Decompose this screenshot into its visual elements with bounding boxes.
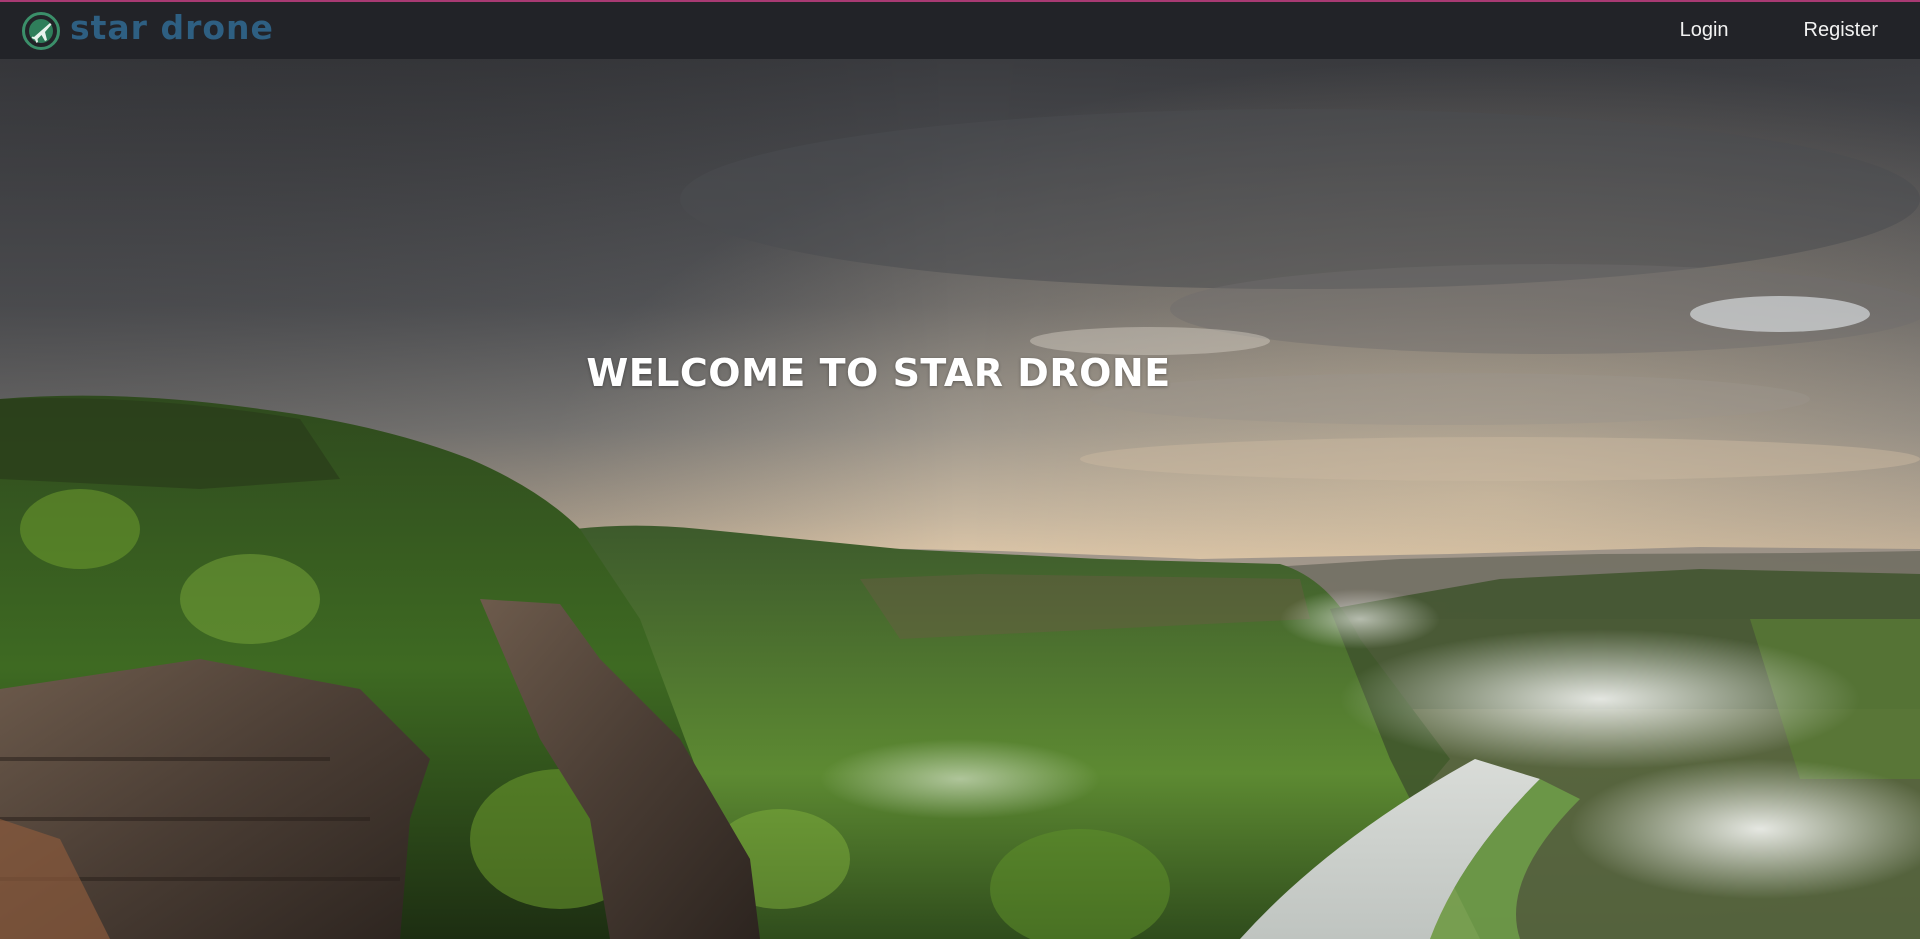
login-link[interactable]: Login: [1680, 19, 1729, 42]
hero-title: WELCOME TO STAR DRONE: [586, 351, 1171, 395]
brand-logo-link[interactable]: star drone: [20, 8, 274, 52]
page: star drone Login Register WELCOME TO STA…: [0, 0, 1920, 939]
hero-section: WELCOME TO STAR DRONE: [0, 59, 1920, 939]
register-link[interactable]: Register: [1804, 19, 1878, 42]
airplane-circle-icon: [22, 12, 60, 50]
brand-name: star drone: [70, 8, 274, 47]
nav-links: Login Register: [1605, 2, 1878, 59]
top-navbar: star drone Login Register: [0, 0, 1920, 59]
hero-background-image: [0, 59, 1920, 939]
